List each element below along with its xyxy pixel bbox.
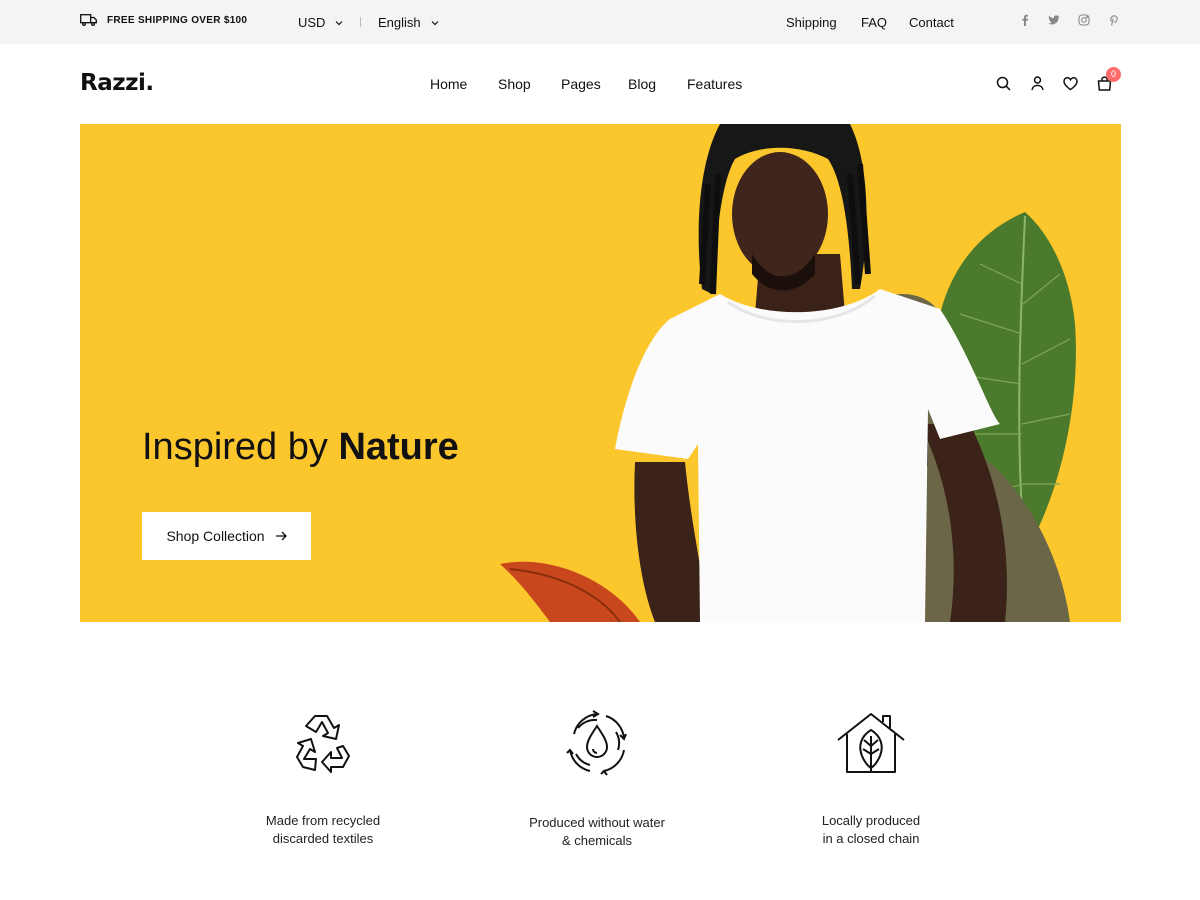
- feature-local: Locally produced in a closed chain: [761, 706, 981, 848]
- language-value: English: [378, 15, 421, 30]
- currency-value: USD: [298, 15, 326, 30]
- topbar-link-shipping[interactable]: Shipping: [786, 15, 837, 30]
- topbar-link-faq[interactable]: FAQ: [861, 15, 887, 30]
- feature-no-water: Produced without water & chemicals: [487, 706, 707, 850]
- feature-text: Produced without water & chemicals: [487, 814, 707, 850]
- chevron-down-icon: [336, 20, 343, 25]
- feature-line-1: Produced without water: [529, 815, 665, 830]
- feature-recycled: Made from recycled discarded textiles: [213, 706, 433, 848]
- feature-line-1: Locally produced: [821, 813, 921, 828]
- shop-collection-label: Shop Collection: [166, 528, 265, 544]
- truck-icon: [80, 14, 97, 26]
- instagram-icon[interactable]: [1078, 14, 1090, 26]
- facebook-icon[interactable]: [1019, 14, 1031, 26]
- arrow-right-icon: [275, 531, 287, 541]
- feature-line-2: & chemicals: [561, 833, 633, 848]
- shipping-notice-text: FREE SHIPPING OVER $100: [107, 14, 248, 26]
- nav-item-home[interactable]: Home: [430, 76, 467, 92]
- shop-collection-button[interactable]: Shop Collection: [142, 512, 311, 560]
- feature-text: Made from recycled discarded textiles: [213, 812, 433, 848]
- hero-heading: Inspired by Nature: [142, 426, 459, 469]
- top-bar: FREE SHIPPING OVER $100 USD English Ship…: [0, 0, 1200, 44]
- hero-banner: Inspired by Nature Shop Collection: [80, 124, 1121, 622]
- recycle-icon: [296, 715, 350, 773]
- language-selector[interactable]: English: [378, 15, 439, 30]
- water-drop-icon: [566, 710, 627, 776]
- nav-item-features[interactable]: Features: [687, 76, 742, 92]
- topbar-link-contact[interactable]: Contact: [909, 15, 954, 30]
- pinterest-icon[interactable]: [1108, 14, 1120, 26]
- nav-item-pages[interactable]: Pages: [561, 76, 601, 92]
- hero-heading-bold: Nature: [338, 426, 459, 468]
- eco-house-icon: [837, 713, 905, 773]
- nav-item-blog[interactable]: Blog: [628, 76, 656, 92]
- cart-count-badge: 0: [1106, 67, 1121, 82]
- twitter-icon[interactable]: [1048, 14, 1060, 26]
- shipping-notice: FREE SHIPPING OVER $100: [80, 14, 247, 26]
- search-icon[interactable]: [995, 75, 1012, 92]
- feature-line-1: Made from recycled: [265, 813, 381, 828]
- divider: [360, 17, 361, 27]
- feature-line-2: in a closed chain: [822, 831, 920, 846]
- hero-heading-light: Inspired by: [142, 426, 339, 468]
- feature-text: Locally produced in a closed chain: [761, 812, 981, 848]
- heart-icon[interactable]: [1062, 75, 1079, 92]
- chevron-down-icon: [431, 20, 439, 25]
- nav-item-shop[interactable]: Shop: [498, 76, 531, 92]
- currency-selector[interactable]: USD: [298, 15, 343, 30]
- user-icon[interactable]: [1029, 75, 1046, 92]
- feature-line-2: discarded textiles: [272, 831, 374, 846]
- site-logo[interactable]: Razzi.: [80, 70, 154, 96]
